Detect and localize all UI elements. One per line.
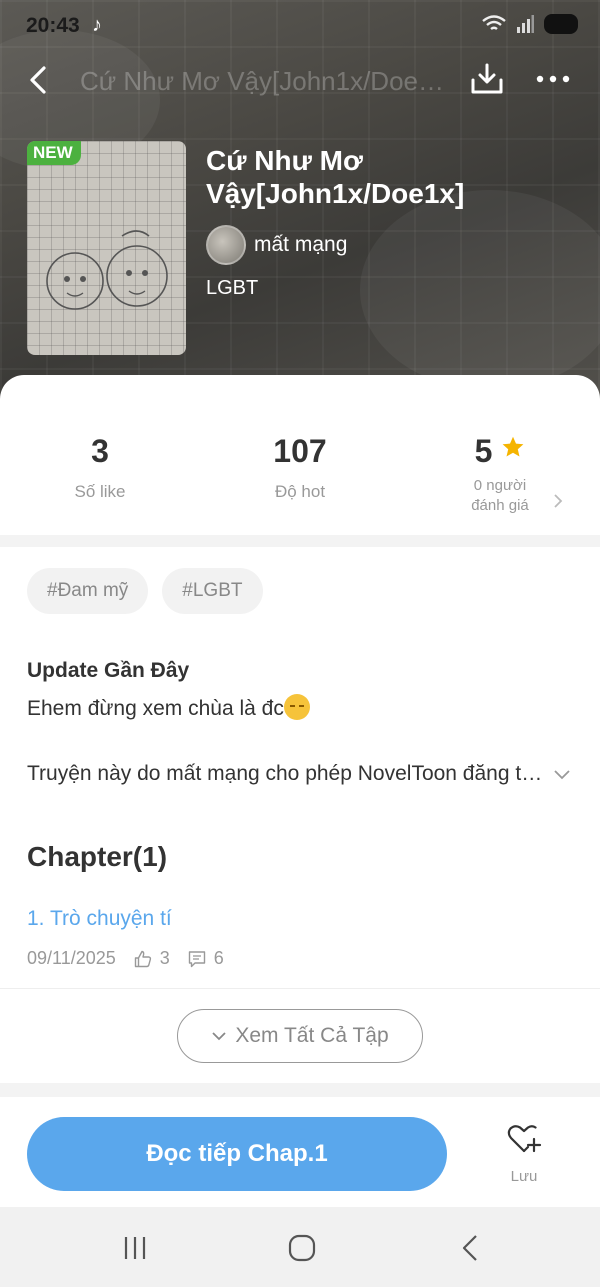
rating-caption: đánh giá xyxy=(471,497,529,514)
status-bar: 20:43 ♪ xyxy=(0,0,600,52)
tag-list: #Đam mỹ #LGBT xyxy=(27,568,263,614)
update-text: Ehem đừng xem chùa là đc xyxy=(27,697,284,720)
continue-reading-button[interactable]: Đọc tiếp Chap.1 xyxy=(27,1117,447,1191)
author-link[interactable]: mất mạng xyxy=(206,225,347,265)
chapter-like-count: 3 xyxy=(159,948,170,968)
chapter-comment-count: 6 xyxy=(213,948,224,968)
relieved-face-emoji-icon xyxy=(283,694,310,720)
book-description: Truyện này do mất mạng cho phép NovelToo… xyxy=(27,762,552,785)
chapter-date: 09/11/2025 xyxy=(27,948,116,968)
rating-count-label: 0 người xyxy=(473,477,527,494)
book-details: #Đam mỹ #LGBT Update Gần Đây Ehem đừng x… xyxy=(0,547,600,1083)
tag-item[interactable]: #LGBT xyxy=(162,568,263,614)
hot-value: 107 xyxy=(273,433,327,469)
tag-item[interactable]: #Đam mỹ xyxy=(27,568,149,614)
more-options-icon[interactable] xyxy=(534,60,572,98)
cover-illustration xyxy=(46,230,168,310)
save-label: Lưu xyxy=(510,1168,538,1185)
book-header-background: 20:43 ♪ Cứ Như Mơ Vậy[John1x/Doe1x] NEW … xyxy=(0,0,600,420)
new-badge: NEW xyxy=(27,141,81,165)
genre-label[interactable]: LGBT xyxy=(206,277,258,300)
stat-hot: 107 Độ hot xyxy=(200,433,400,502)
update-heading: Update Gần Đây xyxy=(27,659,190,682)
top-nav: Cứ Như Mơ Vậy[John1x/Doe1x] xyxy=(0,52,600,108)
expand-description-icon[interactable] xyxy=(553,768,571,782)
download-icon[interactable] xyxy=(468,60,506,98)
chevron-down-icon xyxy=(212,1032,226,1041)
stat-rating[interactable]: 5 0 người đánh giá xyxy=(400,433,600,516)
stat-likes: 3 Số like xyxy=(0,433,200,502)
system-navigation-bar xyxy=(0,1207,600,1287)
chapter-heading: Chapter(1) xyxy=(27,841,168,872)
save-to-library-button[interactable]: Lưu xyxy=(496,1123,552,1193)
bottom-action-bar: Đọc tiếp Chap.1 Lưu xyxy=(0,1097,600,1207)
view-all-chapters-button[interactable]: Xem Tất Cả Tập xyxy=(177,1009,423,1063)
update-text-row: Ehem đừng xem chùa là đc xyxy=(27,694,310,721)
chapter-link[interactable]: 1. Trò chuyện tí xyxy=(27,907,172,931)
likes-label: Số like xyxy=(74,482,126,501)
book-title: Cứ Như Mơ Vậy[John1x/Doe1x] xyxy=(206,145,465,209)
author-avatar xyxy=(206,225,246,265)
home-icon[interactable] xyxy=(287,1233,317,1263)
author-name: mất mạng xyxy=(254,233,348,256)
view-all-label: Xem Tất Cả Tập xyxy=(235,1024,389,1047)
star-icon xyxy=(502,436,524,457)
stats-card: 3 Số like 107 Độ hot 5 0 người đánh giá xyxy=(0,375,600,535)
heart-plus-icon xyxy=(507,1125,542,1153)
signal-icon xyxy=(517,15,534,33)
nav-title: Cứ Như Mơ Vậy[John1x/Doe1x] xyxy=(80,66,450,96)
hot-label: Độ hot xyxy=(274,482,326,501)
divider xyxy=(0,988,600,989)
wifi-icon xyxy=(482,15,506,30)
book-cover[interactable]: NEW xyxy=(27,141,186,355)
back-button[interactable] xyxy=(22,62,58,98)
recent-apps-icon[interactable] xyxy=(120,1233,150,1263)
comment-icon xyxy=(188,950,205,967)
battery-icon xyxy=(544,14,578,34)
chevron-right-icon[interactable] xyxy=(551,493,565,509)
system-back-icon[interactable] xyxy=(456,1233,486,1263)
thumbs-up-icon xyxy=(134,950,151,967)
chapter-meta: 09/11/2025 3 6 xyxy=(27,948,224,969)
status-time: 20:43 xyxy=(26,14,80,37)
rating-value: 5 xyxy=(474,433,493,469)
likes-value: 3 xyxy=(91,433,109,469)
tiktok-icon: ♪ xyxy=(92,14,102,36)
